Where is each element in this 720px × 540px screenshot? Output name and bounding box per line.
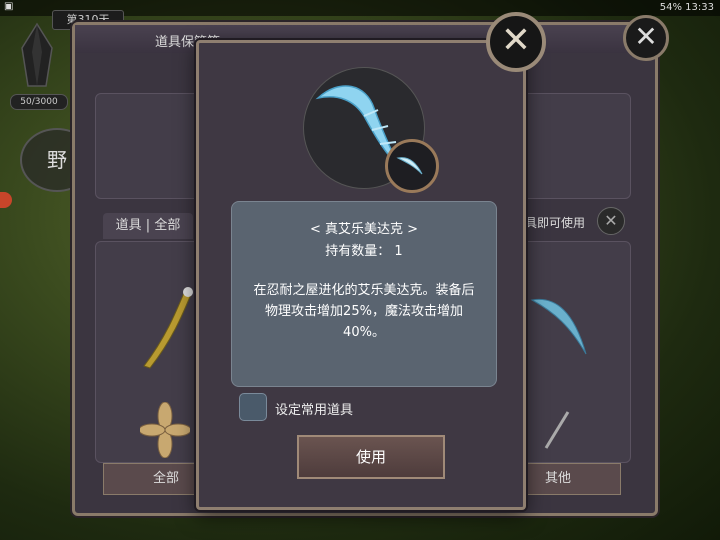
storage-close-button[interactable]: ✕ bbox=[623, 15, 669, 61]
crystal-icon bbox=[21, 22, 53, 87]
tab-items-all[interactable]: 道具 | 全部 bbox=[103, 213, 193, 239]
item-quantity: 持有数量： 1 bbox=[325, 244, 403, 259]
usage-hint: 具即可使用 bbox=[525, 216, 586, 230]
item-detail-modal: < 真艾乐美达克 > 持有数量： 1 在忍耐之屋进化的艾乐美达克。装备后物理攻击… bbox=[196, 40, 526, 510]
needle-item-icon[interactable] bbox=[542, 410, 572, 450]
item-description-box: < 真艾乐美达克 > 持有数量： 1 在忍耐之屋进化的艾乐美达克。装备后物理攻击… bbox=[231, 201, 497, 387]
side-tab-button[interactable] bbox=[0, 192, 12, 208]
notification-icon: ▣ bbox=[4, 1, 14, 12]
resource-counter: 50/3000 bbox=[10, 94, 68, 110]
item-name: < 真艾乐美达克 > bbox=[309, 222, 419, 237]
item-badge-icon bbox=[385, 139, 439, 193]
blade-item-icon[interactable] bbox=[526, 292, 596, 362]
item-description: 在忍耐之屋进化的艾乐美达克。装备后物理攻击增加25%，魔法攻击增加40%。 bbox=[253, 283, 475, 340]
status-text: 54% 13:33 bbox=[659, 2, 714, 13]
close-hint-icon[interactable]: ✕ bbox=[597, 207, 625, 235]
use-button[interactable]: 使用 bbox=[297, 435, 445, 479]
favorite-checkbox-label: 设定常用道具 bbox=[275, 403, 354, 418]
sword-item-icon[interactable] bbox=[136, 282, 196, 372]
modal-close-button[interactable]: ✕ bbox=[486, 12, 546, 72]
flower-item-icon[interactable] bbox=[140, 402, 190, 458]
favorite-checkbox[interactable] bbox=[239, 393, 267, 421]
